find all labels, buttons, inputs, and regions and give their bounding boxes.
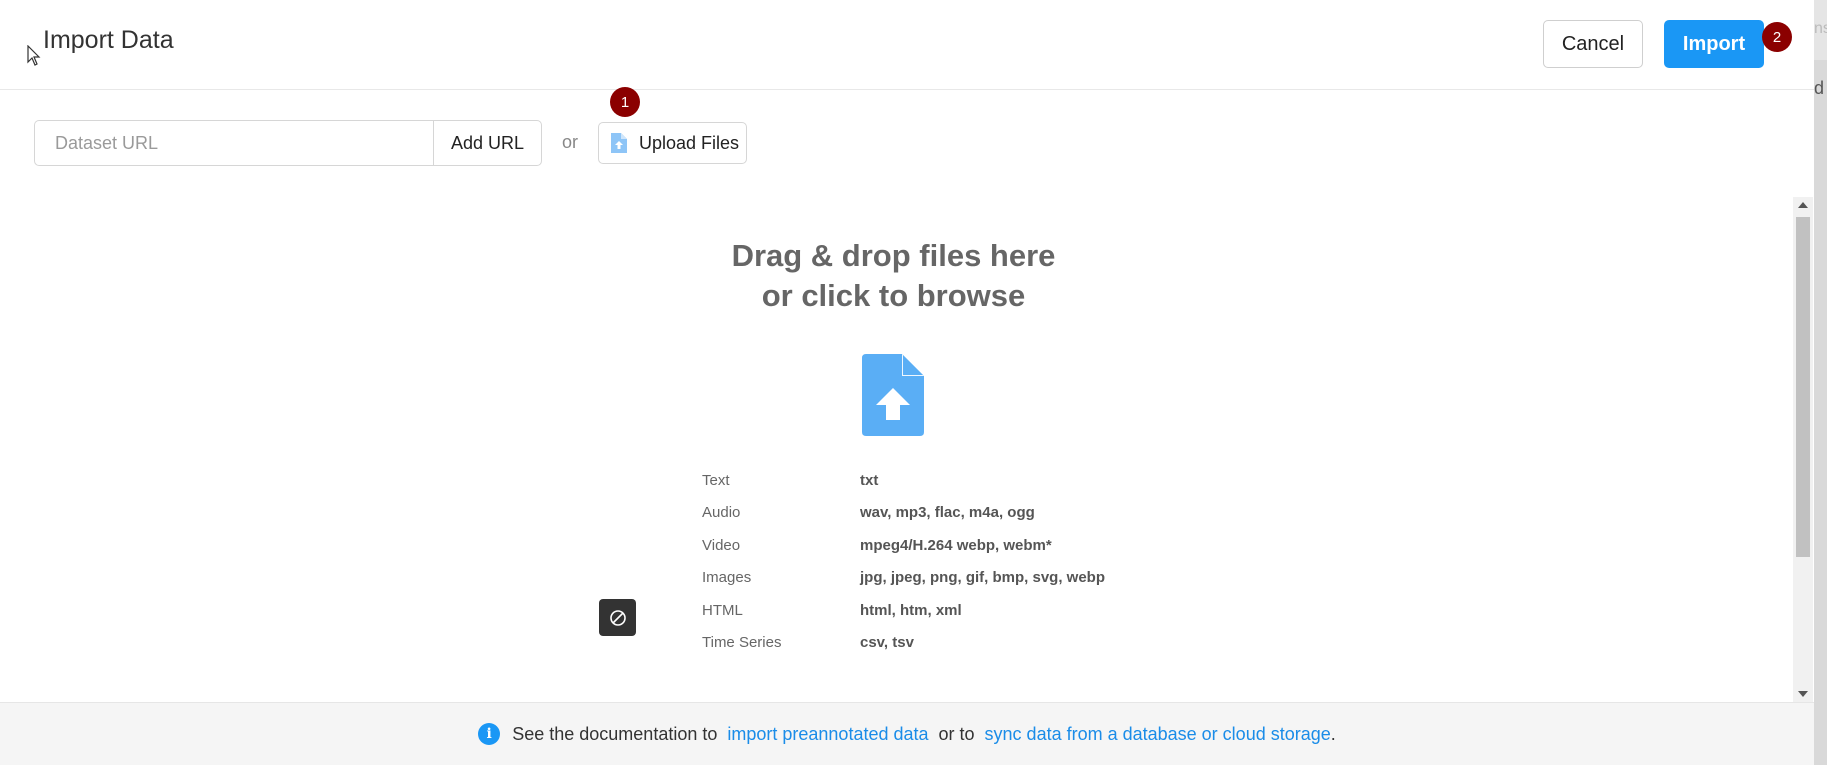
file-upload-icon bbox=[862, 354, 924, 436]
cancel-button[interactable]: Cancel bbox=[1543, 20, 1643, 68]
format-row: Video mpeg4/H.264 webp, webm* bbox=[702, 537, 1202, 561]
format-extensions: jpg, jpeg, png, gif, bmp, svg, webp bbox=[860, 569, 1105, 586]
format-extensions: html, htm, xml bbox=[860, 602, 962, 619]
format-extensions: csv, tsv bbox=[860, 634, 914, 651]
format-type: Time Series bbox=[702, 634, 782, 651]
or-separator: or bbox=[562, 132, 579, 152]
format-row: Time Series csv, tsv bbox=[702, 634, 1202, 658]
file-upload-icon bbox=[611, 133, 627, 153]
format-row: HTML html, htm, xml bbox=[702, 602, 1202, 626]
disable-button[interactable] bbox=[599, 599, 636, 636]
drop-title-line2: or click to browse bbox=[761, 278, 1026, 313]
drop-zone[interactable]: Drag & drop files here or click to brows… bbox=[0, 196, 1793, 701]
format-row: Images jpg, jpeg, png, gif, bmp, svg, we… bbox=[702, 569, 1202, 593]
format-extensions: wav, mp3, flac, m4a, ogg bbox=[860, 504, 1035, 521]
dialog-header: Import Data Cancel Import 2 bbox=[0, 0, 1814, 90]
format-type: HTML bbox=[702, 602, 743, 619]
format-type: Video bbox=[702, 537, 741, 554]
format-type: Text bbox=[702, 472, 730, 489]
format-row: Text txt bbox=[702, 472, 1202, 496]
page: Import Data Cancel Import 2 Add URL or U… bbox=[0, 0, 1827, 765]
format-extensions: txt bbox=[860, 472, 879, 489]
format-row: Audio wav, mp3, flac, m4a, ogg bbox=[702, 504, 1202, 528]
sync-storage-link[interactable]: sync data from a database or cloud stora… bbox=[985, 724, 1331, 745]
footer-prefix: See the documentation to bbox=[512, 723, 718, 744]
scroll-up-arrow-icon[interactable] bbox=[1798, 202, 1808, 208]
step-badge-1: 1 bbox=[610, 87, 640, 117]
dataset-url-input[interactable] bbox=[34, 120, 434, 166]
upload-files-label: Upload Files bbox=[639, 132, 740, 153]
background-text-fragment: d bbox=[1814, 78, 1825, 98]
step-badge-2: 2 bbox=[1762, 22, 1792, 52]
documentation-footer: i See the documentation to import preann… bbox=[0, 702, 1814, 765]
scroll-down-arrow-icon[interactable] bbox=[1798, 691, 1808, 697]
format-type: Images bbox=[702, 569, 752, 586]
background-text-fragment: ns bbox=[1814, 20, 1827, 37]
import-preannotated-link[interactable]: import preannotated data bbox=[727, 724, 928, 745]
format-extensions: mpeg4/H.264 webp, webm* bbox=[860, 537, 1052, 554]
info-icon: i bbox=[478, 723, 501, 745]
dropzone-scrollbar[interactable] bbox=[1793, 197, 1813, 702]
mouse-cursor-icon bbox=[27, 45, 41, 66]
drop-title-line1: Drag & drop files here bbox=[731, 238, 1056, 273]
import-dialog: Import Data Cancel Import 2 Add URL or U… bbox=[0, 0, 1814, 765]
upload-files-button[interactable]: Upload Files bbox=[598, 122, 747, 164]
footer-suffix: . bbox=[1330, 723, 1336, 744]
import-button[interactable]: Import bbox=[1664, 20, 1764, 68]
footer-middle: or to bbox=[938, 723, 975, 744]
format-type: Audio bbox=[702, 504, 741, 521]
block-icon bbox=[609, 609, 626, 626]
add-url-button[interactable]: Add URL bbox=[433, 120, 542, 166]
background-page-edge: ns d bbox=[1814, 0, 1827, 765]
scrollbar-thumb[interactable] bbox=[1796, 217, 1810, 557]
dialog-title: Import Data bbox=[43, 26, 174, 54]
